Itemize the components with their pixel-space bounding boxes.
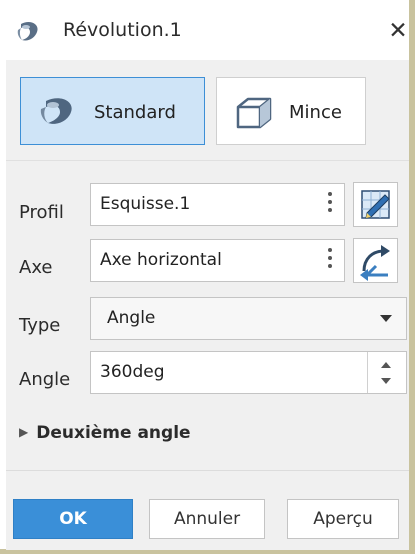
reverse-direction-icon	[360, 245, 390, 281]
angle-label: Angle	[19, 369, 71, 390]
preview-button[interactable]: Aperçu	[287, 499, 399, 539]
second-angle-expander[interactable]: ▶ Deuxième angle	[19, 423, 191, 443]
axis-label: Axe	[19, 257, 53, 278]
spinner-up-icon[interactable]	[379, 358, 393, 372]
angle-input[interactable]: 360deg	[90, 351, 407, 394]
dialog-title: Révolution.1	[63, 19, 182, 41]
thin-mode-button[interactable]: Mince	[216, 77, 366, 145]
close-icon: ✕	[388, 18, 408, 44]
spinner-divider	[367, 352, 368, 393]
title-bar: Révolution.1 ✕	[6, 0, 409, 60]
dialog-footer: OK Annuler Aperçu	[6, 470, 409, 550]
reverse-axis-button[interactable]	[353, 238, 398, 283]
thin-mode-label: Mince	[289, 102, 342, 123]
type-value: Angle	[107, 308, 156, 328]
revolution-icon	[40, 98, 72, 124]
ok-button[interactable]: OK	[13, 499, 133, 539]
axis-value: Axe horizontal	[100, 250, 222, 270]
type-dropdown[interactable]: Angle	[90, 297, 407, 340]
axis-field[interactable]: Axe horizontal	[90, 239, 345, 282]
type-label: Type	[19, 315, 61, 336]
standard-mode-button[interactable]: Standard	[20, 77, 205, 145]
chevron-down-icon	[380, 315, 392, 322]
revolution-icon	[17, 21, 38, 41]
second-angle-label: Deuxième angle	[36, 423, 191, 443]
more-options-icon[interactable]	[328, 248, 332, 272]
close-button[interactable]: ✕	[386, 19, 410, 43]
thin-solid-icon	[236, 97, 272, 129]
edit-sketch-button[interactable]	[353, 182, 398, 227]
parameters-panel: Profil Esquisse.1 Axe Axe horizontal Typ…	[6, 160, 409, 471]
standard-mode-label: Standard	[94, 102, 176, 123]
revolution-dialog: Révolution.1 ✕ Standard Mince Profil Esq…	[0, 0, 415, 554]
spinner-down-icon[interactable]	[379, 374, 393, 388]
edit-sketch-icon	[361, 190, 390, 219]
profile-label: Profil	[19, 202, 64, 223]
profile-field[interactable]: Esquisse.1	[90, 183, 345, 226]
more-options-icon[interactable]	[328, 192, 332, 216]
angle-value: 360deg	[100, 362, 165, 382]
profile-value: Esquisse.1	[100, 194, 191, 214]
mode-selector: Standard Mince	[6, 60, 409, 160]
expand-triangle-icon: ▶	[19, 425, 29, 439]
cancel-button[interactable]: Annuler	[149, 499, 265, 539]
